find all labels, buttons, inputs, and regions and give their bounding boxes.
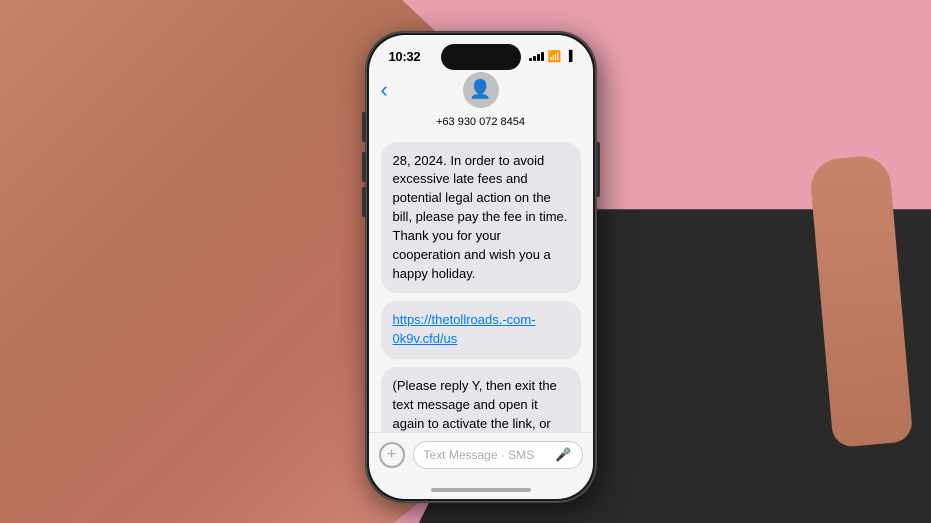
message-text-3: (Please reply Y, then exit the text mess… bbox=[393, 378, 557, 431]
battery-icon: ▐ bbox=[565, 51, 572, 62]
status-icons: 📶 ▐ bbox=[529, 50, 573, 63]
phone-wrapper: 10:32 📶 ▐ ‹ bbox=[366, 32, 596, 502]
back-button[interactable]: ‹ bbox=[381, 79, 388, 101]
plus-icon: + bbox=[387, 446, 396, 464]
contact-avatar[interactable]: 👤 bbox=[463, 72, 499, 108]
message-bubble-3: (Please reply Y, then exit the text mess… bbox=[381, 367, 581, 431]
message-input-placeholder: Text Message · SMS bbox=[424, 448, 535, 462]
background: 10:32 📶 ▐ ‹ bbox=[0, 0, 931, 523]
contact-phone-number[interactable]: +63 930 072 8454 bbox=[369, 116, 593, 134]
signal-icon bbox=[529, 51, 544, 61]
nav-bar: ‹ 👤 bbox=[369, 68, 593, 114]
microphone-icon[interactable]: 🎤 bbox=[555, 447, 571, 463]
wifi-icon: 📶 bbox=[548, 50, 562, 63]
phone-screen: 10:32 📶 ▐ ‹ bbox=[369, 35, 593, 499]
add-attachment-button[interactable]: + bbox=[379, 442, 405, 468]
status-time: 10:32 bbox=[389, 49, 421, 64]
home-bar bbox=[431, 488, 531, 492]
phone-frame: 10:32 📶 ▐ ‹ bbox=[366, 32, 596, 502]
dynamic-island bbox=[441, 44, 521, 70]
message-bubble-1: 28, 2024. In order to avoid excessive la… bbox=[381, 142, 581, 294]
message-link[interactable]: https://thetollroads.-com-0k9v.cfd/us bbox=[393, 312, 536, 346]
input-bar: + Text Message · SMS 🎤 bbox=[369, 432, 593, 481]
person-icon: 👤 bbox=[469, 79, 491, 100]
home-indicator bbox=[369, 481, 593, 499]
message-text-1: 28, 2024. In order to avoid excessive la… bbox=[393, 153, 568, 281]
message-bubble-2[interactable]: https://thetollroads.-com-0k9v.cfd/us bbox=[381, 301, 581, 359]
messages-area: 28, 2024. In order to avoid excessive la… bbox=[369, 134, 593, 432]
message-input[interactable]: Text Message · SMS 🎤 bbox=[413, 441, 583, 469]
